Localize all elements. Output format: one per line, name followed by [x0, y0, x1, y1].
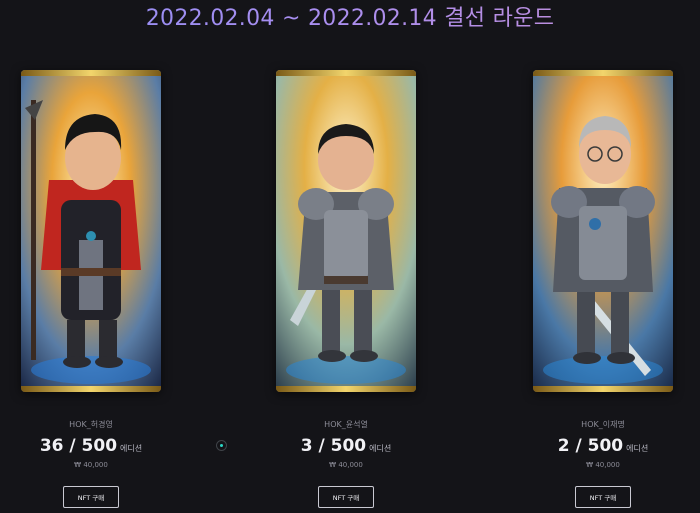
- price: ₩ 40,000: [586, 461, 620, 469]
- edition-label: 에디션: [120, 444, 143, 453]
- nft-card-image[interactable]: [533, 70, 673, 392]
- nft-buy-button[interactable]: NFT 구매: [575, 486, 631, 508]
- nft-card-1[interactable]: HOK_허경영 36 / 500 에디션 ₩ 40,000 NFT 구매: [21, 70, 161, 508]
- edition-label: 에디션: [626, 444, 649, 453]
- price: ₩ 40,000: [74, 461, 108, 469]
- wizard-character-art: [21, 70, 161, 392]
- count-value: 36 / 500: [39, 436, 118, 456]
- edition-count: 36 / 500 에디션: [21, 436, 161, 456]
- nft-card-3[interactable]: HOK_이재명 2 / 500 에디션 ₩ 40,000 NFT 구매: [533, 70, 673, 508]
- edition-count: 2 / 500 에디션: [533, 436, 673, 456]
- card-nickname: HOK_허경영: [69, 420, 113, 429]
- card-nickname: HOK_이재명: [581, 420, 625, 429]
- nft-card-2[interactable]: HOK_윤석열 3 / 500 에디션 ₩ 40,000 NFT 구매: [276, 70, 416, 508]
- count-value: 3 / 500: [300, 436, 367, 456]
- round-title: 2022.02.04 ~ 2022.02.14 결선 라운드: [0, 4, 700, 34]
- edition-label: 에디션: [369, 444, 392, 453]
- nft-card-image[interactable]: [276, 70, 416, 392]
- edition-count: 3 / 500 에디션: [276, 436, 416, 456]
- knight-character-art: [276, 70, 416, 392]
- nft-buy-button[interactable]: NFT 구매: [63, 486, 119, 508]
- card-nickname: HOK_윤석열: [324, 420, 368, 429]
- nft-buy-button[interactable]: NFT 구매: [318, 486, 374, 508]
- glasses-knight-character-art: [533, 70, 673, 392]
- price: ₩ 40,000: [329, 461, 363, 469]
- carousel-indicator-dot[interactable]: [216, 440, 227, 451]
- count-value: 2 / 500: [557, 436, 624, 456]
- nft-card-image[interactable]: [21, 70, 161, 392]
